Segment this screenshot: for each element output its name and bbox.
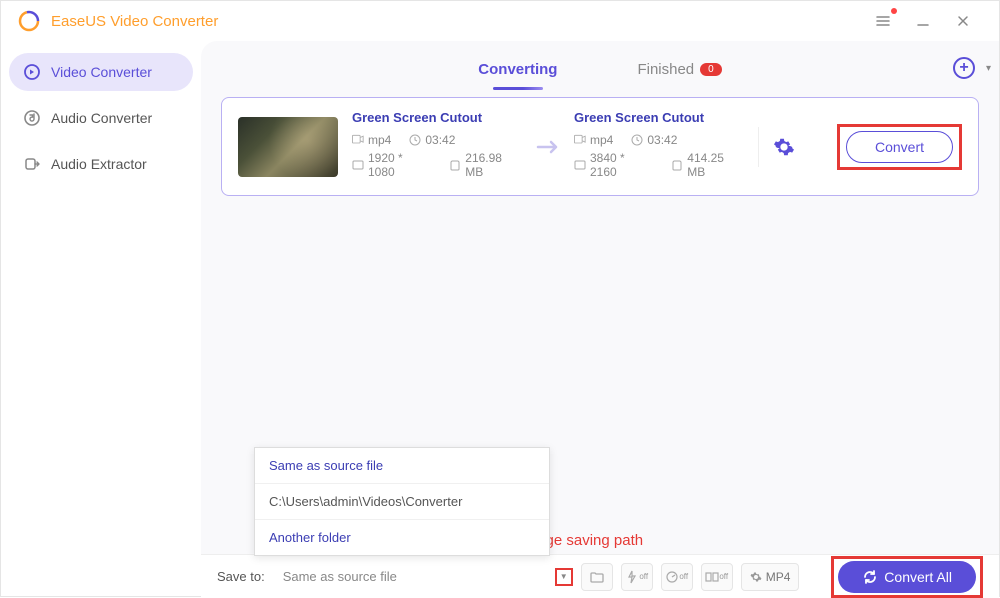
dropdown-item-same-source[interactable]: Same as source file [255, 448, 549, 484]
lightning-off-icon [625, 570, 639, 584]
source-title: Green Screen Cutout [352, 110, 522, 125]
bottom-bar: Save to: Same as source file ▼ off off o… [201, 554, 999, 598]
target-info: Green Screen Cutout mp4 03:42 [574, 110, 744, 183]
tabs-bar: Converting Finished 0 + ▾ [201, 41, 999, 97]
target-title: Green Screen Cutout [574, 110, 744, 125]
settings-button[interactable] [773, 136, 795, 158]
sidebar: Video Converter Audio Converter Audio Ex… [1, 41, 201, 598]
close-icon [956, 14, 970, 28]
merge-toggle-button[interactable]: off [701, 563, 733, 591]
folder-icon [590, 571, 604, 583]
source-info: Green Screen Cutout mp4 03:42 [352, 110, 522, 183]
notification-dot-icon [891, 8, 897, 14]
tab-underline [493, 87, 543, 90]
resolution-icon [352, 159, 364, 171]
tab-label: Converting [478, 61, 557, 78]
refresh-icon [862, 569, 878, 585]
file-size-icon [671, 159, 683, 171]
chevron-down-icon: ▾ [986, 63, 991, 74]
sidebar-item-label: Audio Converter [51, 110, 152, 126]
clock-icon [631, 134, 643, 146]
hamburger-icon [875, 13, 891, 29]
video-icon [574, 134, 586, 146]
merge-off-icon [705, 570, 719, 584]
target-resolution: 3840 * 2160 [574, 151, 653, 179]
save-path-dropdown: Same as source file C:\Users\admin\Video… [254, 447, 550, 556]
audio-extractor-icon [23, 155, 41, 173]
audio-converter-icon [23, 109, 41, 127]
convert-all-button[interactable]: Convert All [838, 561, 976, 593]
app-logo-icon [17, 9, 41, 33]
source-format: mp4 [352, 133, 391, 147]
title-bar: EaseUS Video Converter [1, 1, 999, 41]
output-format-label: MP4 [766, 570, 791, 584]
plus-icon: + [959, 59, 968, 77]
gear-small-icon [750, 571, 762, 583]
menu-button[interactable] [863, 6, 903, 36]
target-size: 414.25 MB [671, 151, 744, 179]
source-resolution: 1920 * 1080 [352, 151, 431, 179]
high-speed-toggle-button[interactable]: off [661, 563, 693, 591]
clock-icon [409, 134, 421, 146]
convert-all-label: Convert All [884, 569, 952, 585]
source-duration: 03:42 [409, 133, 455, 147]
target-format: mp4 [574, 133, 613, 147]
open-folder-button[interactable] [581, 563, 613, 591]
divider [758, 127, 759, 167]
speed-off-icon [665, 570, 679, 584]
video-icon [352, 134, 364, 146]
gear-icon [773, 136, 795, 158]
triangle-down-icon: ▼ [560, 572, 568, 581]
convert-highlight: Convert [837, 124, 962, 170]
add-file-dropdown-button[interactable]: ▾ [986, 63, 991, 74]
convert-all-highlight: Convert All [831, 556, 983, 598]
arrow-right-icon [536, 138, 560, 156]
save-to-label: Save to: [217, 569, 265, 584]
add-file-button[interactable]: + [953, 57, 975, 79]
dropdown-item-path[interactable]: C:\Users\admin\Videos\Converter [255, 484, 549, 520]
tab-label: Finished [637, 61, 694, 78]
save-path-display[interactable]: Same as source file [277, 565, 547, 588]
video-thumbnail[interactable] [238, 117, 338, 177]
conversion-item: Green Screen Cutout mp4 03:42 [221, 97, 979, 196]
tab-finished[interactable]: Finished 0 [637, 53, 721, 86]
sidebar-item-video-converter[interactable]: Video Converter [9, 53, 193, 91]
tab-converting[interactable]: Converting [478, 53, 557, 86]
file-size-icon [449, 159, 461, 171]
minimize-icon [916, 14, 930, 28]
sidebar-item-audio-extractor[interactable]: Audio Extractor [9, 145, 193, 183]
output-format-button[interactable]: MP4 [741, 563, 800, 591]
sidebar-item-label: Video Converter [51, 64, 152, 80]
dropdown-item-another-folder[interactable]: Another folder [255, 520, 549, 555]
gpu-toggle-button[interactable]: off [621, 563, 653, 591]
video-converter-icon [23, 63, 41, 81]
sidebar-item-audio-converter[interactable]: Audio Converter [9, 99, 193, 137]
target-duration: 03:42 [631, 133, 677, 147]
minimize-button[interactable] [903, 6, 943, 36]
resolution-icon [574, 159, 586, 171]
sidebar-item-label: Audio Extractor [51, 156, 147, 172]
save-path-dropdown-button[interactable]: ▼ [555, 568, 573, 586]
convert-button[interactable]: Convert [846, 131, 953, 163]
close-button[interactable] [943, 6, 983, 36]
finished-count-badge: 0 [700, 63, 722, 76]
app-title: EaseUS Video Converter [51, 13, 218, 30]
source-size: 216.98 MB [449, 151, 522, 179]
